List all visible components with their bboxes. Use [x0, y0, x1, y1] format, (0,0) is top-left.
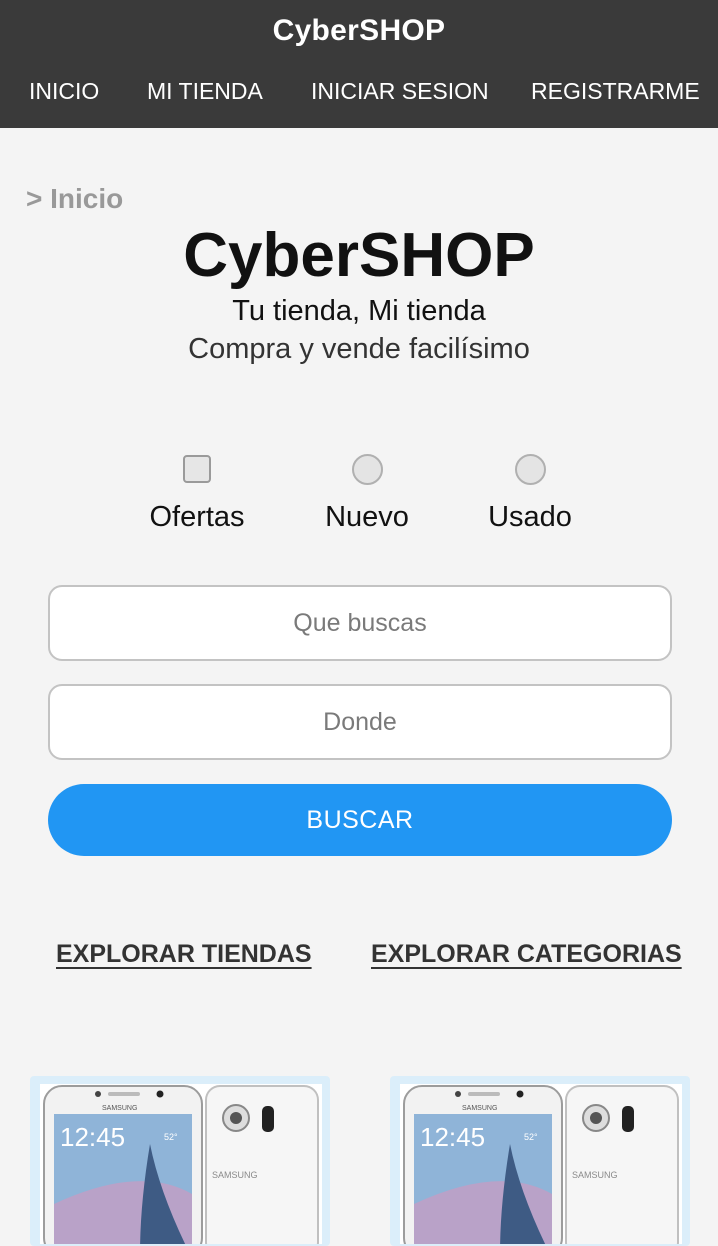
hero-tagline: Compra y vende facilísimo: [188, 333, 530, 365]
back-brand-text: SAMSUNG: [572, 1170, 618, 1180]
phone-brand-text: SAMSUNG: [462, 1105, 497, 1112]
main-nav: INICIO MI TIENDA INICIAR SESION REGISTRA…: [0, 78, 718, 110]
usado-radio[interactable]: [514, 454, 546, 485]
search-button[interactable]: BUSCAR: [48, 784, 672, 856]
phone-clock: 12:45: [60, 1122, 125, 1152]
top-app-bar: CyberSHOP INICIO MI TIENDA INICIAR SESIO…: [0, 0, 718, 128]
hero-subtitle: Tu tienda, Mi tienda: [232, 295, 486, 327]
phone-image: SAMSUNG 12:45 52° SAMSUNG: [40, 1084, 322, 1244]
brand-title: CyberSHOP: [272, 14, 446, 47]
explore-stores-link[interactable]: EXPLORAR TIENDAS: [56, 940, 312, 969]
nav-mi-tienda[interactable]: MI TIENDA: [147, 78, 263, 105]
nuevo-label: Nuevo: [325, 501, 409, 533]
nav-registrarme[interactable]: REGISTRARME: [531, 78, 700, 105]
filter-usado: Usado: [450, 454, 610, 534]
usado-label: Usado: [488, 501, 572, 533]
nav-iniciar-sesion[interactable]: INICIAR SESION: [311, 78, 489, 105]
search-input[interactable]: [48, 585, 672, 661]
product-card[interactable]: SAMSUNG 12:45 52° SAMSUNG: [390, 1076, 690, 1246]
filter-nuevo: Nuevo: [287, 454, 447, 534]
page-title: CyberSHOP: [183, 221, 535, 290]
phone-clock: 12:45: [420, 1122, 485, 1152]
ofertas-label: Ofertas: [149, 501, 245, 533]
phone-weather: 52°: [164, 1132, 178, 1142]
filter-ofertas: Ofertas: [117, 455, 277, 534]
ofertas-checkbox[interactable]: [183, 455, 211, 483]
phone-brand-text: SAMSUNG: [102, 1105, 137, 1112]
nav-inicio[interactable]: INICIO: [29, 78, 99, 105]
location-input[interactable]: [48, 684, 672, 760]
back-brand-text: SAMSUNG: [212, 1170, 258, 1180]
phone-image: SAMSUNG 12:45 52° SAMSUNG: [400, 1084, 682, 1244]
nuevo-radio[interactable]: [351, 454, 383, 485]
product-card[interactable]: SAMSUNG 12:45 52° SAMSUNG: [30, 1076, 330, 1246]
explore-categories-link[interactable]: EXPLORAR CATEGORIAS: [371, 940, 682, 969]
breadcrumb: > Inicio: [26, 183, 124, 214]
phone-weather: 52°: [524, 1132, 538, 1142]
